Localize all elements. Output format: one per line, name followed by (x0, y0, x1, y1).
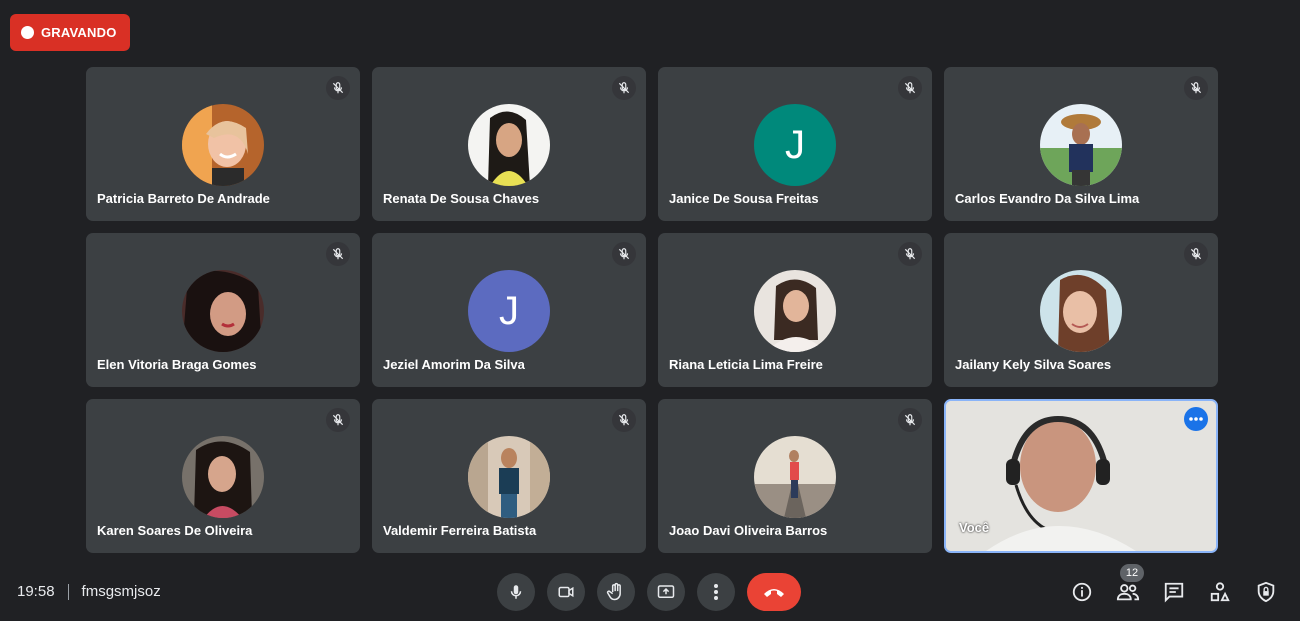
more-vert-icon (714, 584, 718, 600)
chat-button[interactable] (1160, 578, 1188, 606)
participant-name: Elen Vitoria Braga Gomes (97, 357, 257, 372)
more-options-icon[interactable] (1184, 407, 1208, 431)
avatar (182, 436, 264, 518)
participant-name: Jeziel Amorim Da Silva (383, 357, 525, 372)
mic-off-icon (898, 76, 922, 100)
recording-indicator[interactable]: GRAVANDO (10, 14, 130, 51)
participant-name: Renata De Sousa Chaves (383, 191, 540, 206)
activities-icon (1210, 582, 1230, 602)
avatar: J (468, 270, 550, 352)
recording-label: GRAVANDO (41, 25, 117, 40)
participant-tile[interactable]: Elen Vitoria Braga Gomes (86, 233, 360, 387)
present-button[interactable] (647, 573, 685, 611)
meeting-info: 19:58 fmsgsmjsoz (17, 583, 161, 600)
avatar (468, 104, 550, 186)
mic-off-icon (898, 408, 922, 432)
participant-tile[interactable]: Patricia Barreto De Andrade (86, 67, 360, 221)
hang-up-button[interactable] (747, 573, 801, 611)
activities-button[interactable] (1206, 578, 1234, 606)
participant-tile[interactable]: Joao Davi Oliveira Barros (658, 399, 932, 553)
participant-name: Karen Soares De Oliveira (97, 523, 253, 538)
raise-hand-button[interactable] (597, 573, 635, 611)
participant-name: Joao Davi Oliveira Barros (669, 523, 828, 538)
participant-tile[interactable]: Jailany Kely Silva Soares (944, 233, 1218, 387)
participant-name: Patricia Barreto De Andrade (97, 191, 270, 206)
mic-off-icon (326, 242, 350, 266)
clock: 19:58 (17, 583, 55, 600)
mic-icon (510, 585, 522, 599)
avatar (754, 436, 836, 518)
self-view-tile[interactable]: Você (944, 399, 1218, 553)
participant-name: Valdemir Ferreira Batista (383, 523, 537, 538)
avatar-letter: J (499, 288, 519, 333)
avatar (1040, 104, 1122, 186)
record-dot-icon (21, 26, 34, 39)
avatar (182, 270, 264, 352)
participant-tile[interactable]: Renata De Sousa Chaves (372, 67, 646, 221)
avatar (468, 436, 550, 518)
mic-off-icon (612, 76, 636, 100)
participant-tile[interactable]: Riana Leticia Lima Freire (658, 233, 932, 387)
participants-count-badge: 12 (1120, 564, 1144, 582)
raise-hand-icon (606, 582, 621, 601)
participant-tile[interactable]: Valdemir Ferreira Batista (372, 399, 646, 553)
participant-tile[interactable]: J Janice De Sousa Freitas (658, 67, 932, 221)
chat-icon (1164, 582, 1184, 603)
host-controls-icon (1257, 581, 1275, 603)
avatar (754, 270, 836, 352)
participant-tile[interactable]: Carlos Evandro Da Silva Lima (944, 67, 1218, 221)
hang-up-icon (764, 589, 784, 597)
call-controls (497, 573, 801, 611)
camera-icon (558, 586, 574, 598)
mic-off-icon (898, 242, 922, 266)
self-label: Você (959, 520, 990, 535)
side-panel-buttons: 12 (1068, 564, 1280, 606)
participant-name: Jailany Kely Silva Soares (955, 357, 1112, 372)
participant-grid: Patricia Barreto De Andrade Renata De So… (86, 67, 1218, 553)
avatar (182, 104, 264, 186)
mic-off-icon (326, 76, 350, 100)
present-icon (657, 585, 675, 598)
mic-off-icon (612, 242, 636, 266)
avatar: J (754, 104, 836, 186)
people-button[interactable]: 12 (1114, 564, 1144, 606)
microphone-button[interactable] (497, 573, 535, 611)
host-controls-button[interactable] (1252, 578, 1280, 606)
participant-name: Carlos Evandro Da Silva Lima (955, 191, 1140, 206)
participant-name: Janice De Sousa Freitas (669, 191, 819, 206)
meeting-code: fmsgsmjsoz (81, 583, 161, 600)
participant-tile[interactable]: Karen Soares De Oliveira (86, 399, 360, 553)
mic-off-icon (326, 408, 350, 432)
mic-off-icon (1184, 76, 1208, 100)
participant-name: Riana Leticia Lima Freire (669, 357, 823, 372)
meeting-details-button[interactable] (1068, 578, 1096, 606)
mic-off-icon (612, 408, 636, 432)
avatar-letter: J (785, 122, 805, 167)
camera-button[interactable] (547, 573, 585, 611)
people-icon (1116, 584, 1140, 601)
avatar (1040, 270, 1122, 352)
participant-tile[interactable]: J Jeziel Amorim Da Silva (372, 233, 646, 387)
info-icon (1072, 582, 1092, 602)
more-vert-button[interactable] (697, 573, 735, 611)
mic-off-icon (1184, 242, 1208, 266)
divider (67, 583, 69, 600)
